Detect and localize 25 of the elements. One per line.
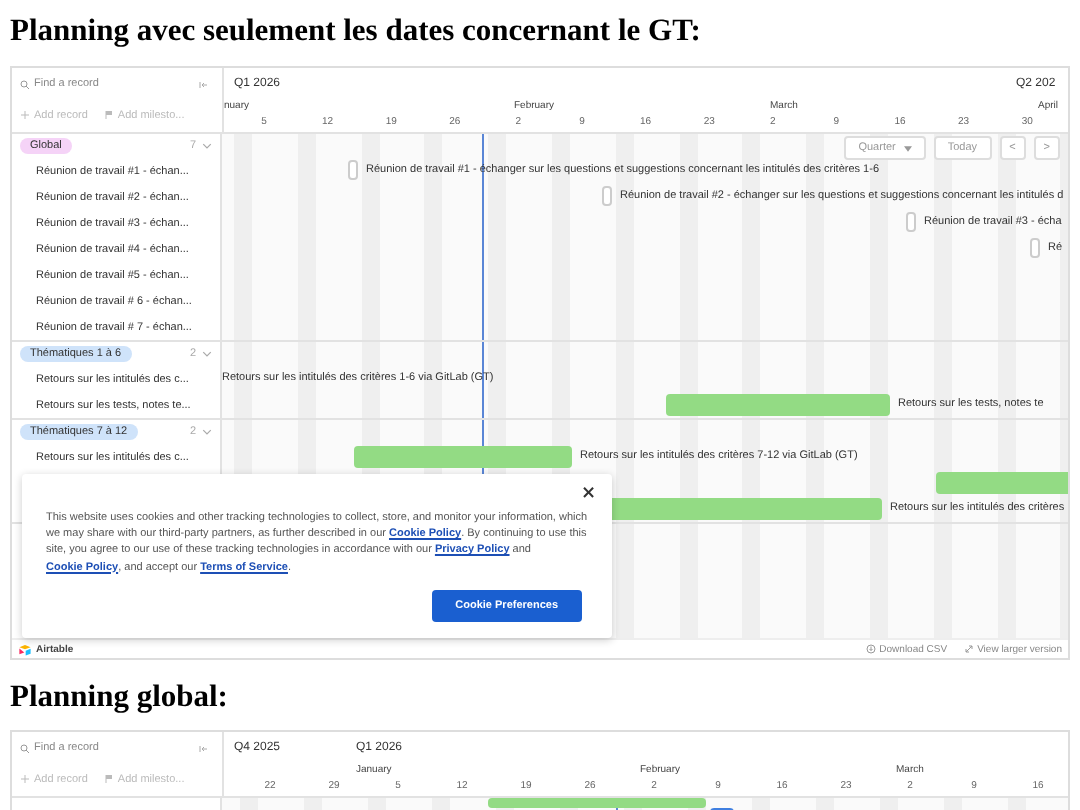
milestone-marker[interactable]	[348, 160, 358, 180]
plus-icon	[20, 110, 30, 120]
flag-icon	[103, 110, 114, 120]
expand-icon	[963, 644, 974, 654]
search-icon	[20, 79, 30, 89]
section-heading: Planning avec seulement les dates concernant le GT:	[8, 12, 703, 52]
milestone-marker[interactable]	[906, 212, 916, 232]
caret-icon	[903, 145, 912, 151]
chevron-icon[interactable]	[202, 428, 212, 436]
download-icon	[865, 644, 876, 654]
milestone-marker[interactable]	[602, 186, 612, 206]
logo-icon	[18, 643, 32, 655]
timeline-bar[interactable]	[354, 446, 572, 468]
search-icon	[20, 743, 30, 753]
plus-icon	[20, 774, 30, 784]
flag-icon	[103, 774, 114, 784]
timeline-bar[interactable]	[666, 394, 890, 416]
section-heading: Planning global:	[8, 678, 230, 718]
timeline-bar[interactable]	[488, 798, 706, 808]
close-button[interactable]: ×	[580, 486, 596, 504]
chevron-icon[interactable]	[202, 142, 212, 150]
collapse-icon[interactable]	[198, 743, 208, 753]
collapse-icon[interactable]	[198, 79, 208, 89]
milestone-marker[interactable]	[1030, 238, 1040, 258]
chevron-icon[interactable]	[202, 350, 212, 358]
